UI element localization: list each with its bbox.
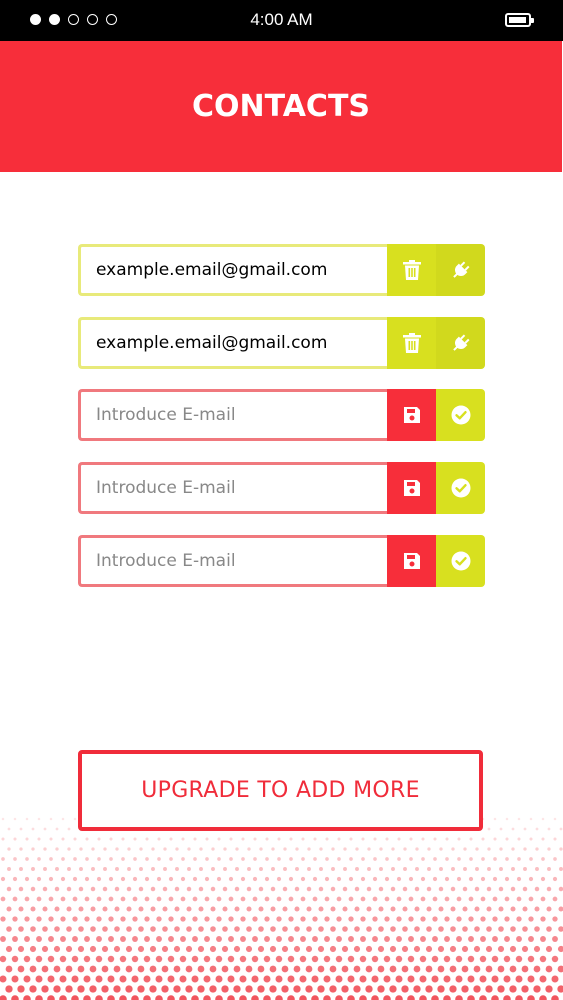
email-field[interactable]: example.email@gmail.com [78,317,387,369]
upgrade-button[interactable]: UPGRADE TO ADD MORE [78,750,483,831]
email-field[interactable]: Introduce E-mail [78,389,387,441]
check-circle-icon [451,405,470,425]
save-button[interactable] [387,535,436,587]
email-field[interactable]: Introduce E-mail [78,535,387,587]
contact-row: example.email@gmail.com [78,244,485,296]
battery-icon [505,13,534,27]
plug-icon [452,261,469,278]
save-icon [403,407,420,423]
email-field[interactable]: Introduce E-mail [78,462,387,514]
status-bar: 4:00 AM [0,0,563,41]
confirm-button[interactable] [436,462,485,514]
plug-icon [452,334,469,351]
contact-row: example.email@gmail.com [78,317,485,369]
delete-button[interactable] [387,244,436,296]
trash-icon [402,333,421,353]
check-circle-icon [451,551,470,571]
status-time: 4:00 AM [250,10,313,29]
connect-button[interactable] [436,317,485,369]
confirm-button[interactable] [436,535,485,587]
halftone-pattern [0,817,563,1000]
save-button[interactable] [387,462,436,514]
contacts-screen: 4:00 AM CONTACTS example.email@gmail.com [0,0,563,1000]
header-bar: CONTACTS [0,41,562,172]
contact-row: Introduce E-mail [78,535,485,587]
save-icon [403,553,420,569]
email-field[interactable]: example.email@gmail.com [78,244,387,296]
save-icon [403,480,420,496]
delete-button[interactable] [387,317,436,369]
save-button[interactable] [387,389,436,441]
check-circle-icon [451,478,470,498]
confirm-button[interactable] [436,389,485,441]
trash-icon [402,260,421,280]
contact-row: Introduce E-mail [78,389,485,441]
connect-button[interactable] [436,244,485,296]
page-title: CONTACTS [191,89,371,124]
contact-row: Introduce E-mail [78,462,485,514]
